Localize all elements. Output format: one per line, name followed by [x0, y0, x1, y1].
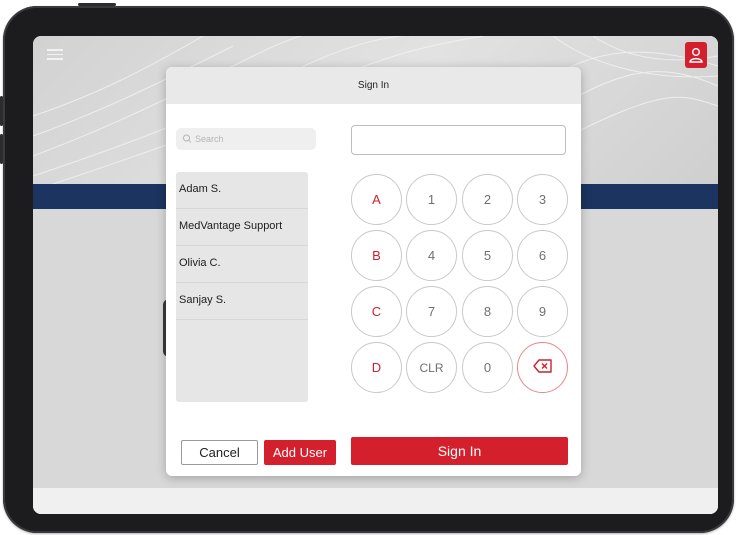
volume-button-top	[0, 96, 3, 126]
sign-in-button[interactable]: Sign In	[351, 437, 568, 465]
user-list: Adam S. MedVantage Support Olivia C. San…	[176, 172, 308, 402]
key-b[interactable]: B	[351, 230, 402, 281]
key-7[interactable]: 7	[406, 286, 457, 337]
backspace-icon	[532, 359, 553, 376]
key-8[interactable]: 8	[462, 286, 513, 337]
backspace-button[interactable]	[517, 342, 568, 393]
key-5[interactable]: 5	[462, 230, 513, 281]
top-button	[78, 3, 116, 6]
volume-button-bottom	[0, 134, 3, 164]
user-list-item[interactable]: Olivia C.	[176, 246, 308, 283]
search-icon	[182, 128, 192, 158]
key-2[interactable]: 2	[462, 174, 513, 225]
user-list-item[interactable]: Sanjay S.	[176, 283, 308, 320]
key-3[interactable]: 3	[517, 174, 568, 225]
user-icon[interactable]	[685, 42, 707, 68]
hamburger-menu-icon[interactable]	[47, 49, 63, 60]
key-d[interactable]: D	[351, 342, 402, 393]
key-4[interactable]: 4	[406, 230, 457, 281]
cancel-button[interactable]: Cancel	[181, 440, 258, 465]
footer-strip	[33, 488, 718, 514]
key-c[interactable]: C	[351, 286, 402, 337]
key-clear[interactable]: CLR	[406, 342, 457, 393]
user-list-item[interactable]: Adam S.	[176, 172, 308, 209]
add-user-button[interactable]: Add User	[264, 440, 336, 465]
search-placeholder: Search	[195, 134, 224, 144]
user-list-item[interactable]: MedVantage Support	[176, 209, 308, 246]
key-a[interactable]: A	[351, 174, 402, 225]
key-0[interactable]: 0	[462, 342, 513, 393]
modal-title: Sign In	[166, 67, 581, 104]
sign-in-modal: Sign In Search Adam S. MedVantage Suppor…	[166, 67, 581, 476]
pin-input[interactable]	[351, 125, 566, 155]
search-input[interactable]: Search	[176, 128, 316, 150]
key-9[interactable]: 9	[517, 286, 568, 337]
key-1[interactable]: 1	[406, 174, 457, 225]
key-6[interactable]: 6	[517, 230, 568, 281]
